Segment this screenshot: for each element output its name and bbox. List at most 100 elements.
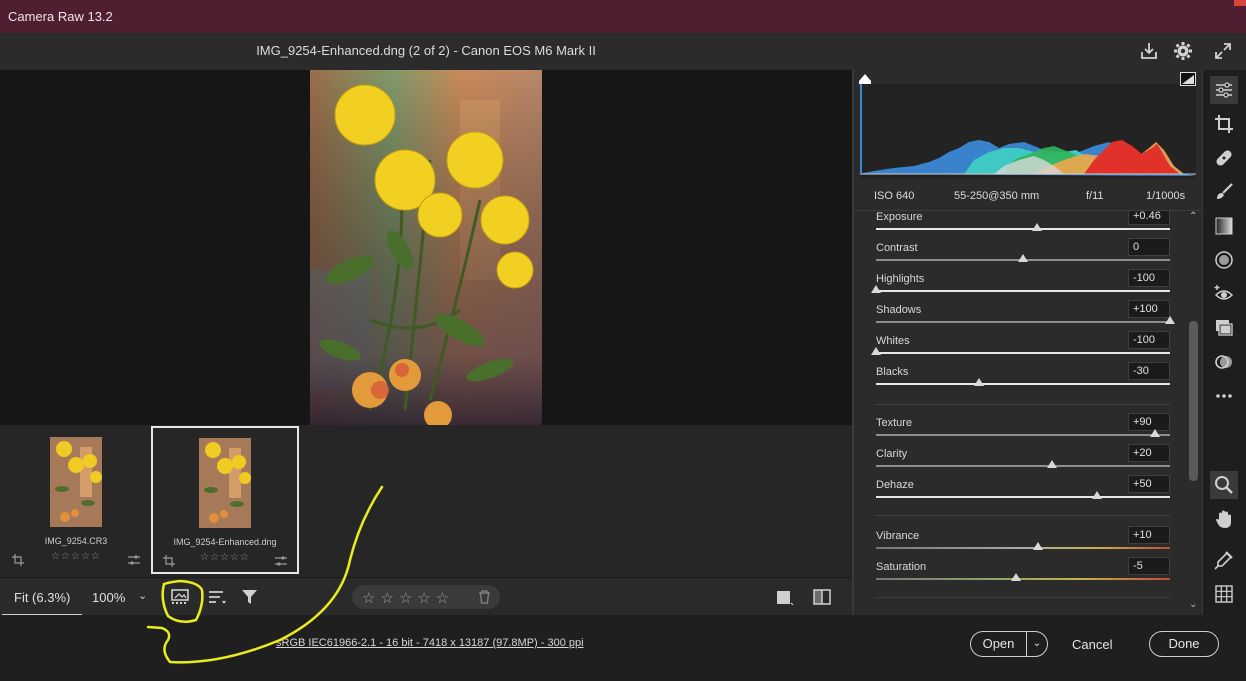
file-header: IMG_9254-Enhanced.dng (2 of 2) - Canon E… — [0, 33, 1246, 70]
filmstrip: IMG_9254.CR3 ☆☆☆☆☆ IMG_9254-Enhanced.dng… — [0, 425, 852, 577]
texture-slider[interactable]: Texture +90 — [874, 413, 1170, 448]
shadows-slider[interactable]: Shadows +100 — [874, 300, 1175, 335]
slider-thumb[interactable] — [1047, 460, 1058, 468]
thumbnail-filename: IMG_9254-Enhanced.dng — [173, 537, 277, 547]
filmstrip-item[interactable]: IMG_9254.CR3 ☆☆☆☆☆ — [2, 427, 150, 575]
chevron-down-icon[interactable]: ⌄ — [138, 589, 147, 602]
slider-track[interactable] — [876, 228, 1170, 230]
camera-raw-window: Camera Raw 13.2 IMG_9254-Enhanced.dng (2… — [0, 0, 1246, 681]
adjustments-icon — [128, 553, 140, 565]
slider-track[interactable] — [876, 547, 1170, 549]
hand-icon[interactable] — [1214, 509, 1234, 529]
whites-slider[interactable]: Whites -100 — [871, 331, 1170, 366]
expand-icon[interactable] — [1213, 41, 1233, 61]
slider-value-field[interactable]: -100 — [1128, 269, 1170, 287]
shadow-clipping-icon[interactable] — [858, 72, 872, 90]
slider-track[interactable] — [876, 465, 1170, 467]
slider-thumb[interactable] — [1091, 491, 1102, 499]
slider-thumb[interactable] — [1150, 429, 1161, 437]
filmstrip-item-selected[interactable]: IMG_9254-Enhanced.dng ☆☆☆☆☆ — [151, 426, 299, 574]
image-preview[interactable] — [0, 70, 852, 425]
slider-track[interactable] — [876, 496, 1170, 498]
sampler-icon[interactable] — [1214, 550, 1234, 570]
scroll-up-icon[interactable]: ⌃ — [1189, 211, 1197, 222]
section-divider — [874, 404, 1170, 405]
brush-icon[interactable] — [1214, 182, 1234, 202]
vibrance-slider[interactable]: Vibrance +10 — [874, 526, 1170, 561]
background-icon[interactable] — [774, 587, 794, 607]
open-options-button[interactable]: ⌄ — [1026, 631, 1048, 657]
title-bar: Camera Raw 13.2 — [0, 0, 1246, 33]
bottom-toolbar: Fit (6.3%) 100% ⌄ ☆☆☆☆☆ — [0, 577, 852, 616]
slider-thumb[interactable] — [1031, 223, 1042, 231]
slider-thumb[interactable] — [1032, 542, 1043, 550]
sort-icon[interactable] — [207, 587, 227, 607]
gear-icon[interactable] — [1173, 41, 1193, 61]
done-button[interactable]: Done — [1149, 631, 1219, 657]
clarity-slider[interactable]: Clarity +20 — [874, 444, 1170, 479]
slider-value-field[interactable]: -100 — [1128, 331, 1170, 349]
slider-thumb[interactable] — [1010, 573, 1021, 581]
slider-thumb[interactable] — [973, 378, 984, 386]
slider-value-field[interactable]: +90 — [1128, 413, 1170, 431]
edit-icon[interactable] — [1210, 76, 1238, 104]
crop-icon[interactable] — [1214, 114, 1234, 134]
slider-value-field[interactable]: +20 — [1128, 444, 1170, 462]
slider-value-field[interactable]: -30 — [1128, 362, 1170, 380]
dehaze-slider[interactable]: Dehaze +50 — [874, 475, 1170, 510]
snapshots-icon[interactable] — [1214, 318, 1234, 338]
slider-value-field[interactable]: +50 — [1128, 475, 1170, 493]
slider-track[interactable] — [876, 321, 1170, 323]
open-button[interactable]: Open — [970, 631, 1026, 657]
more-icon[interactable] — [1214, 386, 1234, 406]
slider-label: Exposure — [876, 211, 923, 223]
thumbnail-image — [50, 437, 102, 527]
saturation-slider[interactable]: Saturation -5 — [874, 557, 1170, 592]
slider-thumb[interactable] — [1018, 254, 1028, 262]
slider-thumb[interactable] — [871, 347, 881, 355]
redeye-icon[interactable] — [1214, 284, 1234, 304]
slider-value-field[interactable]: 0 — [1128, 238, 1170, 256]
gradient-icon[interactable] — [1214, 216, 1234, 236]
slider-track[interactable] — [876, 383, 1170, 385]
lens-value: 55-250@350 mm — [954, 190, 1040, 202]
presets-icon[interactable] — [1214, 352, 1234, 372]
slider-track[interactable] — [876, 578, 1170, 580]
healing-icon[interactable] — [1214, 148, 1234, 168]
slider-value-field[interactable]: +100 — [1128, 300, 1170, 318]
filmstrip-view-icon[interactable] — [170, 587, 190, 607]
grid-icon[interactable] — [1214, 584, 1234, 604]
slider-track[interactable] — [876, 352, 1170, 354]
slider-label: Highlights — [876, 273, 925, 285]
rating-stars[interactable]: ☆☆☆☆☆ — [362, 589, 454, 607]
slider-label: Clarity — [876, 448, 908, 460]
fit-zoom-button[interactable]: Fit (6.3%) — [2, 578, 82, 616]
scrollbar-thumb[interactable] — [1189, 321, 1198, 481]
zoom-icon[interactable] — [1210, 471, 1238, 499]
before-after-icon[interactable] — [812, 587, 832, 607]
highlights-slider[interactable]: Highlights -100 — [871, 269, 1170, 304]
section-divider — [874, 597, 1170, 598]
slider-thumb[interactable] — [871, 285, 881, 293]
slider-value-field[interactable]: -5 — [1128, 557, 1170, 575]
highlight-clipping-icon[interactable] — [1180, 72, 1196, 91]
exposure-slider[interactable]: Exposure +0.46 — [874, 211, 1170, 242]
section-divider — [874, 515, 1170, 516]
filter-icon[interactable] — [240, 587, 260, 607]
slider-track[interactable] — [876, 434, 1170, 436]
zoom-100-button[interactable]: 100% — [92, 590, 125, 605]
cancel-button[interactable]: Cancel — [1072, 637, 1112, 652]
workflow-options-link[interactable]: sRGB IEC61966-2.1 - 16 bit - 7418 x 1318… — [276, 637, 584, 649]
slider-thumb[interactable] — [1165, 316, 1175, 324]
slider-value-field[interactable]: +10 — [1128, 526, 1170, 544]
trash-icon[interactable] — [478, 590, 491, 604]
slider-value-field[interactable]: +0.46 — [1128, 211, 1170, 225]
crop-icon — [163, 554, 175, 567]
scroll-down-icon[interactable]: ⌄ — [1189, 599, 1197, 610]
save-icon[interactable] — [1139, 41, 1159, 61]
blacks-slider[interactable]: Blacks -30 — [874, 362, 1170, 397]
contrast-slider[interactable]: Contrast 0 — [874, 238, 1170, 273]
slider-track[interactable] — [876, 290, 1170, 292]
radial-icon[interactable] — [1214, 250, 1234, 270]
thumbnail-image — [199, 438, 251, 528]
